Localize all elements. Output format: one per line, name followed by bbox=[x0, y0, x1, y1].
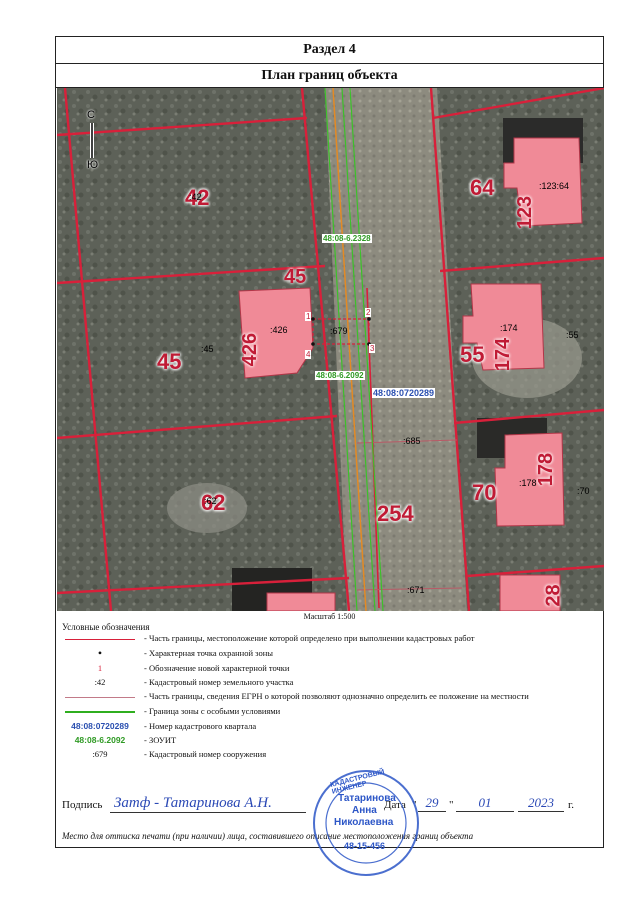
legend-item: 48:08-6.2092 - ЗОУИТ bbox=[74, 735, 177, 745]
parcel-number: 55 bbox=[460, 342, 485, 367]
section-title: Раздел 4 bbox=[56, 37, 603, 64]
parcel-cadastral: :55 bbox=[566, 330, 579, 340]
scale-label: Масштаб 1:500 bbox=[303, 612, 356, 621]
signature-line bbox=[110, 812, 306, 813]
legend-item: - Часть границы, местоположение которой … bbox=[62, 631, 602, 645]
parcel-number: 45 bbox=[284, 266, 307, 288]
legend-item: - Граница зоны с особыми условиями bbox=[62, 704, 602, 718]
legend-symbol bbox=[62, 704, 138, 718]
point-label: 1 bbox=[305, 312, 312, 321]
legend-item: • - Характерная точка охранной зоны bbox=[97, 646, 273, 660]
parcel-number: 254 bbox=[377, 501, 414, 526]
date-day: 29 bbox=[418, 795, 446, 812]
parcel-cadastral: :426 bbox=[270, 325, 288, 335]
parcel-cadastral: :45 bbox=[201, 344, 214, 354]
legend-item: :679 - Кадастровый номер сооружения bbox=[92, 749, 267, 759]
parcel-number: 123 bbox=[514, 195, 537, 230]
parcel-number: 70 bbox=[472, 480, 497, 505]
parcel-number: 426 bbox=[239, 332, 262, 367]
point-label: 3 bbox=[369, 344, 376, 353]
zouit-label-top: 48:08-6.2328 bbox=[322, 234, 372, 243]
legend-symbol bbox=[62, 689, 138, 703]
zouit-label-bottom: 48:08-6.2092 bbox=[315, 371, 365, 380]
parcel-cadastral: :671 bbox=[407, 585, 425, 595]
stamp-name3: Николаевна bbox=[334, 817, 394, 828]
parcel-number: 178 bbox=[535, 452, 558, 487]
plan-title: План границ объекта bbox=[56, 64, 603, 88]
parcel-number: 28 bbox=[542, 584, 565, 607]
map-area: С Ю 42 :42 45 :45 45 426 :426 62 :62 254… bbox=[57, 88, 604, 611]
point-label: 2 bbox=[365, 308, 372, 317]
legend-item: 1 - Обозначение новой характерной точки bbox=[97, 663, 290, 673]
point-label: 4 bbox=[305, 350, 312, 359]
quarter-label: 48:08:0720289 bbox=[372, 388, 436, 398]
parcel-cadastral: :42 bbox=[189, 192, 202, 202]
signature-handwritten: Затф - Татаринова А.Н. bbox=[114, 795, 272, 811]
legend-symbol bbox=[62, 631, 138, 645]
document-frame: Раздел 4 План границ объекта С Ю 42:42 … bbox=[55, 36, 604, 876]
date-year-suffix: г. bbox=[568, 799, 575, 811]
parcel-cadastral: :178 bbox=[519, 478, 537, 488]
compass-north: С bbox=[87, 109, 95, 121]
stamp-name1: Татаринова bbox=[338, 793, 396, 804]
compass-south: Ю bbox=[87, 159, 99, 171]
parcel-cadastral: :685 bbox=[403, 436, 421, 446]
parcel-number: 64 bbox=[470, 175, 495, 200]
parcel-cadastral: :62 bbox=[204, 496, 217, 506]
legend-item: - Часть границы, сведения ЕГРН о которой… bbox=[62, 689, 602, 703]
parcel-number: 45 bbox=[157, 349, 182, 374]
legend-item: 48:08:0720289 - Номер кадастрового кварт… bbox=[71, 721, 257, 731]
stamp-cert: 48-15-456 bbox=[344, 841, 386, 851]
legend-item: :42 - Кадастровый номер земельного участ… bbox=[94, 677, 294, 687]
parcel-cadastral: :174 bbox=[500, 323, 518, 333]
stamp-name2: Анна bbox=[352, 805, 377, 816]
date-month: 01 bbox=[456, 795, 514, 812]
cadastral-engineer-stamp: КАДАСТРОВЫЙ ИНЖЕНЕР Татаринова Анна Нико… bbox=[312, 769, 420, 877]
parcel-cadastral: :70 bbox=[577, 486, 590, 496]
parcel-number: 174 bbox=[492, 337, 515, 372]
object-cadastral: :679 bbox=[330, 326, 348, 336]
map-svg bbox=[57, 88, 604, 611]
parcel-cadastral: :123:64 bbox=[539, 181, 570, 191]
date-year: 2023 bbox=[518, 795, 564, 812]
signature-label: Подпись bbox=[62, 799, 103, 811]
